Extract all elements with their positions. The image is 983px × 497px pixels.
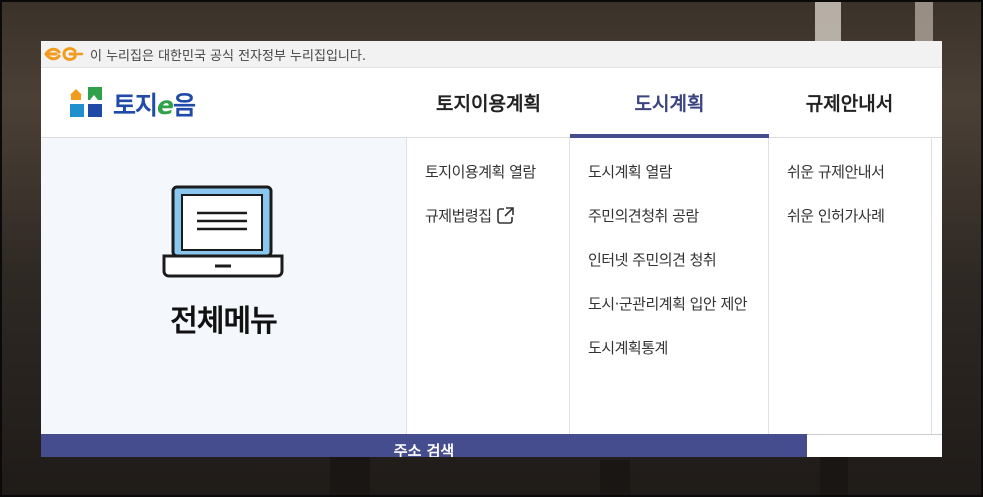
submenu-regulation-guide: 쉬운 규제안내서 쉬운 인허가사례	[769, 138, 932, 434]
mega-menu-panel: 이 누리집은 대한민국 공식 전자정부 누리집입니다. 토지e음 토지이용계획 …	[41, 41, 942, 457]
site-logo[interactable]: 토지e음	[69, 86, 196, 122]
gov-banner: 이 누리집은 대한민국 공식 전자정부 누리집입니다.	[41, 41, 942, 68]
external-link-icon	[496, 207, 514, 231]
submenu-item-land-use-view[interactable]: 토지이용계획 열람	[425, 160, 569, 204]
gov-emblem-icon	[44, 45, 84, 63]
submenu-item-plan-proposal[interactable]: 도시·군관리계획 입안 제안	[588, 292, 768, 336]
mega-menu-body: 전체메뉴 토지이용계획 열람 규제법령집 도시계획 열람 주민의견청취 공람 인…	[41, 138, 942, 434]
gnb-tab-urban-plan[interactable]: 도시계획	[570, 68, 769, 138]
search-side-area	[807, 434, 942, 457]
submenu-land-use-plan: 토지이용계획 열람 규제법령집	[407, 138, 570, 434]
address-search-bar[interactable]: 주소 검색	[41, 434, 807, 457]
submenu-item-easy-regulation[interactable]: 쉬운 규제안내서	[787, 160, 931, 204]
submenu-item-public-hearing[interactable]: 주민의견청취 공람	[588, 204, 768, 248]
gov-banner-text: 이 누리집은 대한민국 공식 전자정부 누리집입니다.	[90, 48, 366, 64]
laptop-icon	[161, 184, 285, 284]
site-header: 토지e음 토지이용계획 도시계획 규제안내서	[41, 68, 942, 138]
gnb-tab-regulation-guide[interactable]: 규제안내서	[769, 68, 930, 137]
submenu-item-easy-permit-cases[interactable]: 쉬운 인허가사례	[787, 204, 931, 248]
logo-mark-icon	[69, 86, 103, 122]
logo-wordmark: 토지e음	[113, 91, 196, 120]
search-bar-label: 주소 검색	[393, 442, 455, 457]
all-menu-label: 전체메뉴	[170, 304, 277, 339]
all-menu-block[interactable]: 전체메뉴	[41, 138, 407, 434]
submenu-item-regulation-laws[interactable]: 규제법령집	[425, 204, 569, 248]
submenu-item-urban-plan-view[interactable]: 도시계획 열람	[588, 160, 768, 204]
submenu-urban-plan: 도시계획 열람 주민의견청취 공람 인터넷 주민의견 청취 도시·군관리계획 입…	[570, 138, 769, 434]
submenu-item-online-hearing[interactable]: 인터넷 주민의견 청취	[588, 248, 768, 292]
submenu-item-statistics[interactable]: 도시계획통계	[588, 336, 768, 380]
gnb-tab-land-use-plan[interactable]: 토지이용계획	[408, 68, 569, 137]
